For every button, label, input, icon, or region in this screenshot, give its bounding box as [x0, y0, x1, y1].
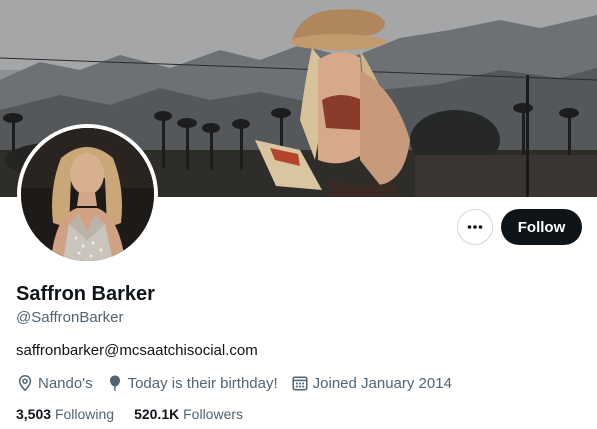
profile-birthday: Today is their birthday!: [106, 374, 278, 392]
avatar-photo: [21, 128, 154, 261]
profile-meta: Nando's Today is their birthday! Joined …: [16, 373, 465, 393]
profile-name: Saffron Barker: [16, 283, 155, 305]
followers-count: 520.1K: [134, 406, 180, 422]
joined-text: Joined January 2014: [312, 374, 452, 392]
profile-stats: 3,503 Following 520.1K Followers: [16, 406, 263, 422]
profile-bio: saffronbarker@mcsaatchisocial.com: [16, 342, 258, 359]
more-options-button[interactable]: [457, 209, 493, 245]
location-pin-icon: [18, 375, 32, 392]
profile-joined: Joined January 2014: [291, 374, 452, 392]
following-link[interactable]: 3,503 Following: [16, 406, 114, 422]
followers-label: Followers: [183, 406, 244, 422]
follow-button[interactable]: Follow: [501, 209, 582, 245]
balloon-icon: [109, 375, 120, 392]
location-text: Nando's: [38, 374, 93, 392]
avatar[interactable]: [17, 124, 158, 265]
profile-handle: @SaffronBarker: [16, 309, 124, 326]
birthday-text: Today is their birthday!: [127, 374, 278, 392]
following-count: 3,503: [16, 406, 52, 422]
calendar-icon: [292, 376, 308, 391]
following-label: Following: [54, 406, 115, 422]
profile-location: Nando's: [16, 374, 93, 392]
followers-link[interactable]: 520.1K Followers: [134, 406, 243, 422]
more-horizontal-icon: [467, 225, 483, 229]
